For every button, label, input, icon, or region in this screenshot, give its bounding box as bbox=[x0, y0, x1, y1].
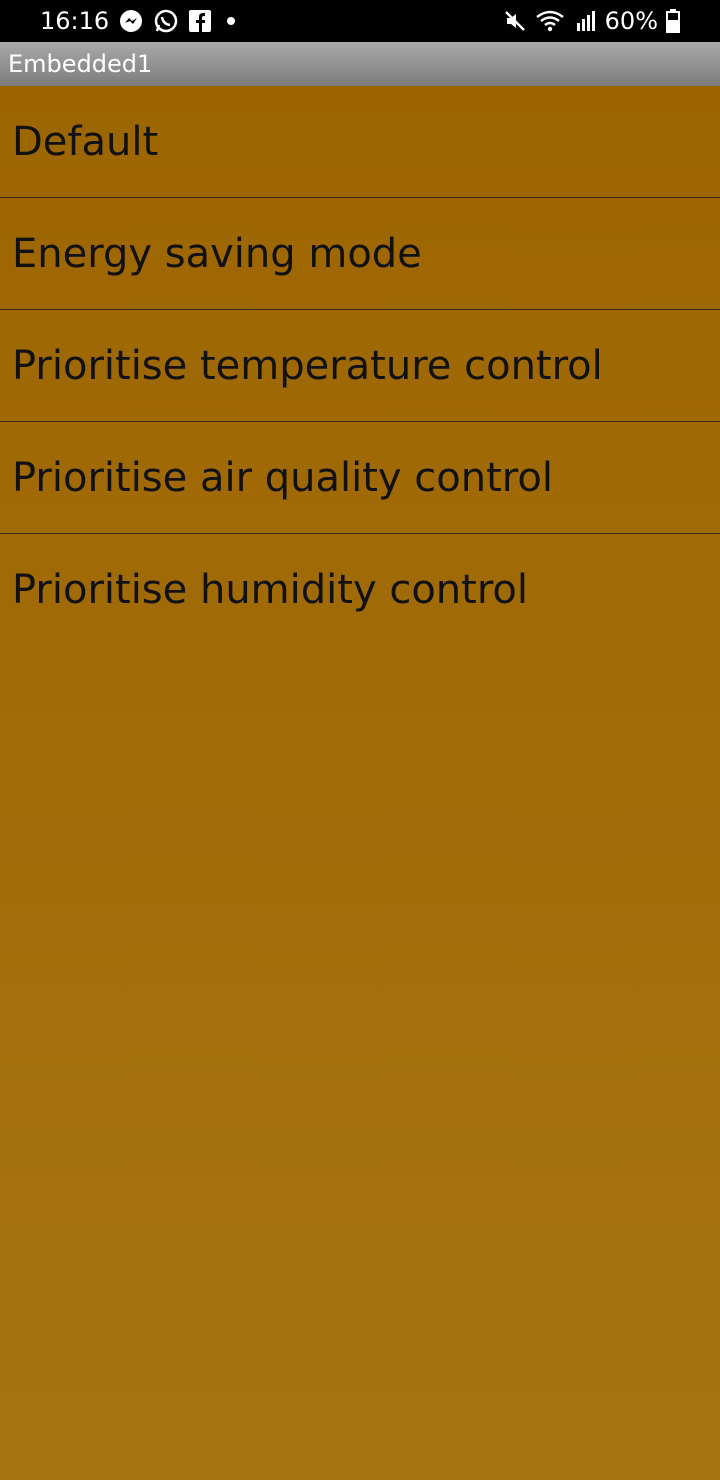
status-time: 16:16 bbox=[40, 7, 110, 35]
whatsapp-icon bbox=[153, 8, 179, 34]
list-item-prioritise-temperature[interactable]: Prioritise temperature control bbox=[0, 310, 720, 422]
list-item-prioritise-air-quality[interactable]: Prioritise air quality control bbox=[0, 422, 720, 534]
settings-list: Default Energy saving mode Prioritise te… bbox=[0, 86, 720, 1480]
mute-icon bbox=[503, 9, 527, 33]
notification-dot-icon bbox=[227, 17, 236, 25]
battery-icon bbox=[666, 9, 680, 33]
list-item-label: Default bbox=[12, 118, 159, 165]
status-right: 60% bbox=[503, 0, 680, 42]
battery-percent: 60% bbox=[604, 7, 658, 35]
list-item-prioritise-humidity[interactable]: Prioritise humidity control bbox=[0, 534, 720, 646]
facebook-icon bbox=[189, 10, 212, 32]
list-item-label: Energy saving mode bbox=[12, 230, 422, 277]
status-left: 16:16 bbox=[40, 7, 236, 35]
list-item-default[interactable]: Default bbox=[0, 86, 720, 198]
messenger-icon bbox=[119, 9, 143, 33]
wifi-icon bbox=[535, 9, 565, 33]
list-item-label: Prioritise air quality control bbox=[12, 454, 553, 501]
signal-icon bbox=[573, 9, 597, 33]
list-item-label: Prioritise humidity control bbox=[12, 567, 528, 613]
page-title: Embedded1 bbox=[8, 50, 153, 78]
status-bar: 16:16 60% bbox=[0, 0, 720, 42]
title-bar: Embedded1 bbox=[0, 42, 720, 86]
list-item-energy-saving-mode[interactable]: Energy saving mode bbox=[0, 198, 720, 310]
list-item-label: Prioritise temperature control bbox=[12, 342, 603, 389]
